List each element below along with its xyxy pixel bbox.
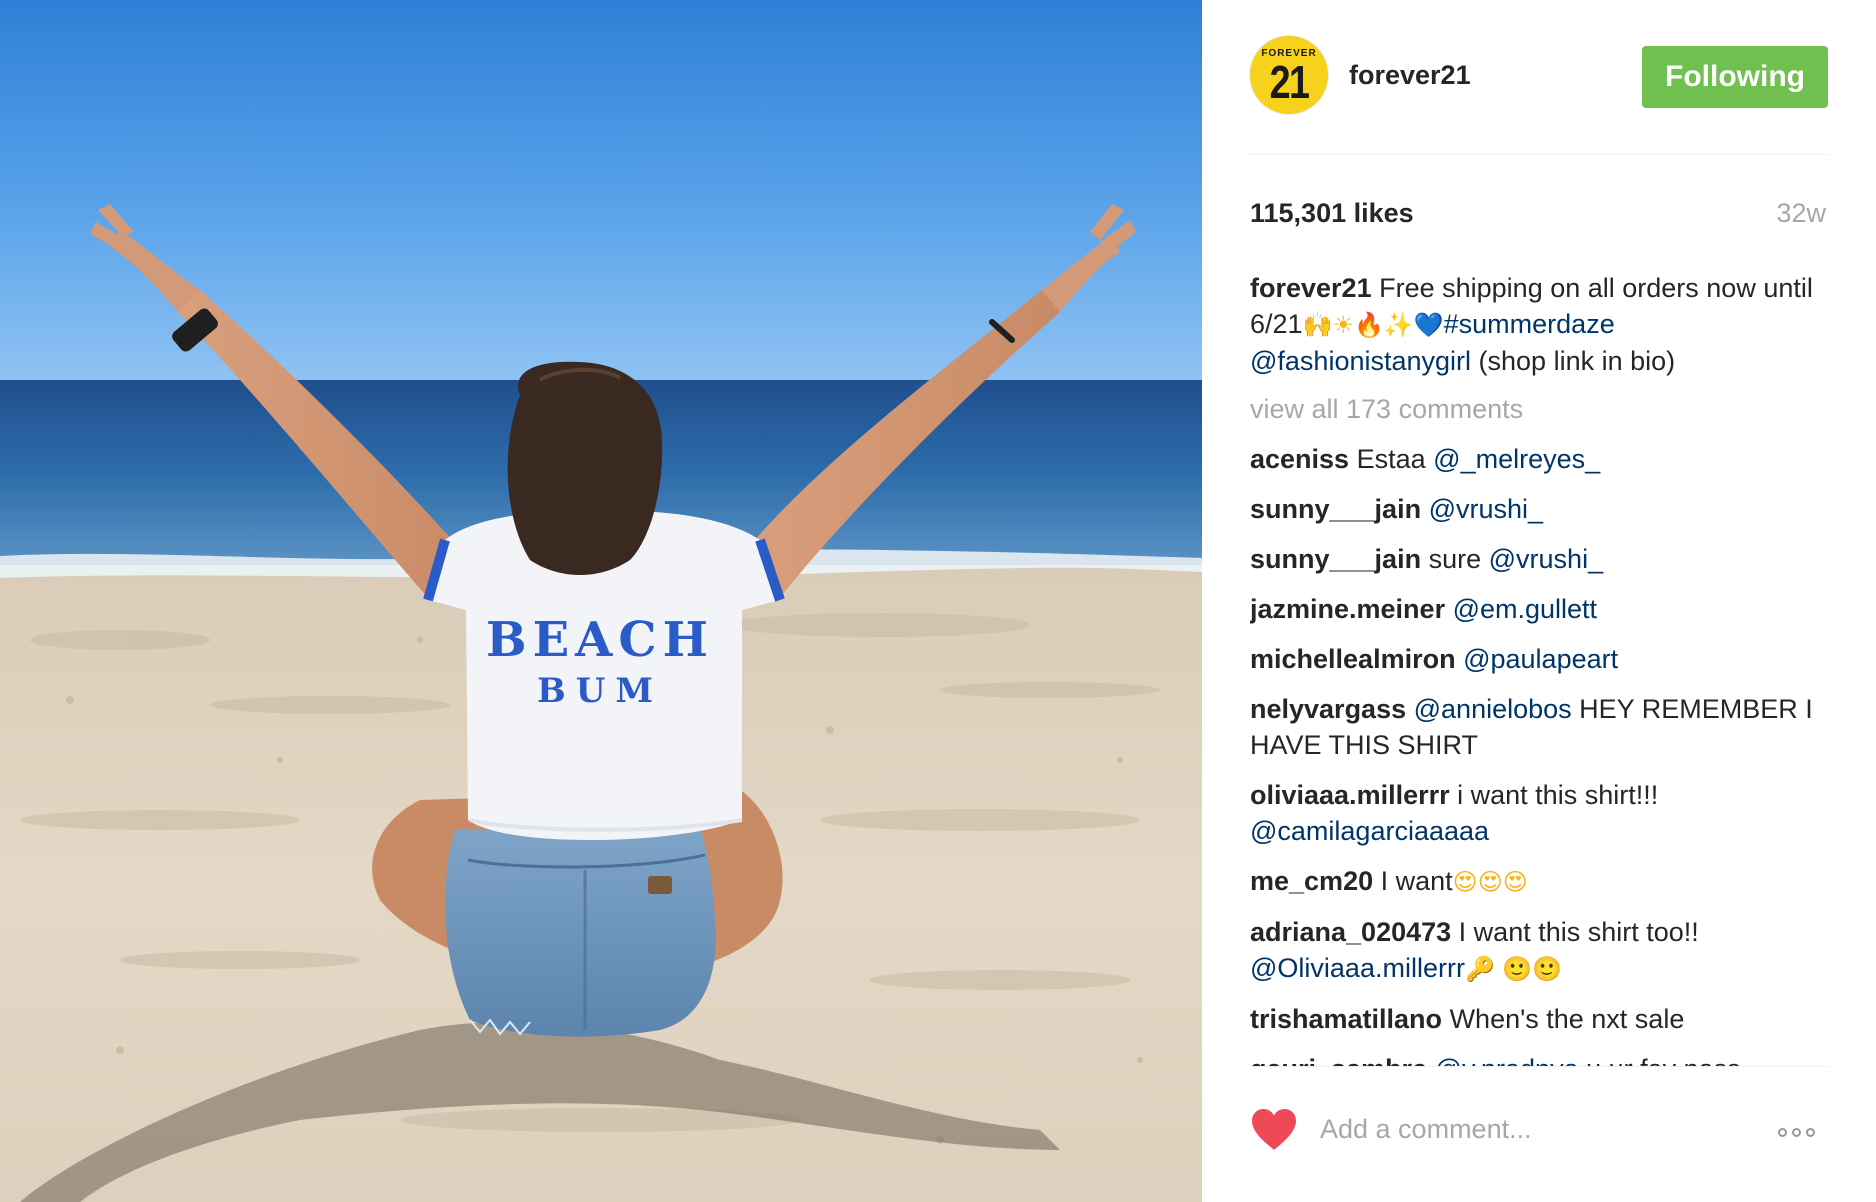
comment-user[interactable]: aceniss <box>1250 444 1349 474</box>
comment-user[interactable]: gauri_sambre <box>1250 1054 1427 1066</box>
heart-eyes-icon: 😍 <box>1502 868 1528 896</box>
heart-eyes-icon: 😍 <box>1477 868 1503 896</box>
post-photo[interactable]: BEACH BUM <box>0 0 1202 1202</box>
comment-text: u ur fav pass <box>1586 1054 1741 1066</box>
comment-item: jazmine.meiner @em.gullett <box>1250 591 1828 627</box>
key-icon: 🔑 <box>1464 955 1495 983</box>
comment-mention[interactable]: @annielobos <box>1414 694 1572 724</box>
comment-user[interactable]: sunny___jain <box>1250 494 1421 524</box>
divider <box>1250 154 1828 155</box>
comment-user[interactable]: trishamatillano <box>1250 1004 1442 1034</box>
instagram-post-view: BEACH BUM FOREVER 21 forever21 Following… <box>0 0 1876 1202</box>
raised-hands-icon: 🙌 <box>1302 311 1333 339</box>
comment-mention[interactable]: @_melreyes_ <box>1433 444 1600 474</box>
caption-hashtag[interactable]: #summerdaze <box>1444 309 1615 339</box>
post-photo-art: BEACH BUM <box>0 0 1202 1202</box>
comment-item: michellealmiron @paulapeart <box>1250 641 1828 677</box>
avatar-brand-big: 21 <box>1269 56 1310 108</box>
comment-text: sure <box>1428 544 1482 574</box>
caption-user[interactable]: forever21 <box>1250 273 1372 303</box>
following-button[interactable]: Following <box>1642 46 1828 108</box>
comment-item: sunny___jain @vrushi_ <box>1250 491 1828 527</box>
heart-eyes-icon: 😍 <box>1452 868 1478 896</box>
sparkles-icon: ✨ <box>1383 311 1414 339</box>
shirt-text-line1: BEACH <box>486 612 714 668</box>
comment-item: gauri_sambre @v.pradnya u ur fav pass <box>1250 1051 1828 1066</box>
caption: forever21 Free shipping on all orders no… <box>1250 270 1828 379</box>
sun-icon: ☀ <box>1332 311 1354 339</box>
comment-mention[interactable]: @Oliviaaa.millerrr <box>1250 953 1465 983</box>
blue-heart-icon: 💙 <box>1413 311 1444 339</box>
comment-user[interactable]: nelyvargass <box>1250 694 1406 724</box>
comment-item: aceniss Estaa @_melreyes_ <box>1250 441 1828 477</box>
smile-icon: 🙂 <box>1502 955 1533 983</box>
comment-user[interactable]: jazmine.meiner <box>1250 594 1445 624</box>
comment-item: sunny___jain sure @vrushi_ <box>1250 541 1828 577</box>
heart-icon[interactable] <box>1250 1108 1298 1152</box>
comment-user[interactable]: me_cm20 <box>1250 866 1373 896</box>
comment-text: Estaa <box>1356 444 1426 474</box>
avatar[interactable]: FOREVER 21 <box>1250 36 1328 114</box>
shirt-text-line2: BUM <box>537 671 663 711</box>
comment-user[interactable]: michellealmiron <box>1250 644 1456 674</box>
comment-text: I want <box>1380 866 1453 896</box>
comment-user[interactable]: adriana_020473 <box>1250 917 1451 947</box>
comment-item: me_cm20 I want😍😍😍 <box>1250 863 1828 900</box>
post-header: FOREVER 21 forever21 Following <box>1250 36 1828 116</box>
comment-text: i want this shirt!!! <box>1457 780 1659 810</box>
comment-user[interactable]: oliviaaa.millerrr <box>1250 780 1450 810</box>
comment-text: I want this shirt too!! <box>1458 917 1699 947</box>
more-options-icon[interactable] <box>1778 1124 1828 1138</box>
comment-mention[interactable]: @vrushi_ <box>1489 544 1603 574</box>
comment-mention[interactable]: @paulapeart <box>1463 644 1618 674</box>
username[interactable]: forever21 <box>1349 60 1471 91</box>
comment-item: adriana_020473 I want this shirt too!! @… <box>1250 914 1828 987</box>
comment-item: trishamatillano When's the nxt sale <box>1250 1001 1828 1037</box>
comment-mention[interactable]: @v.pradnya <box>1435 1054 1579 1066</box>
caption-tail: (shop link in bio) <box>1478 346 1676 376</box>
comment-mention[interactable]: @camilagarciaaaaa <box>1250 816 1489 846</box>
comment-user[interactable]: sunny___jain <box>1250 544 1421 574</box>
comment-text: When's the nxt sale <box>1449 1004 1685 1034</box>
caption-mention[interactable]: @fashionistanygirl <box>1250 346 1471 376</box>
view-all-comments-link[interactable]: view all 173 comments <box>1250 391 1828 427</box>
comment-mention[interactable]: @vrushi_ <box>1429 494 1543 524</box>
add-comment-input[interactable] <box>1320 1106 1750 1152</box>
likes-count[interactable]: 115,301 likes <box>1250 198 1414 229</box>
comment-item: oliviaaa.millerrr i want this shirt!!! @… <box>1250 777 1828 849</box>
post-details-panel: FOREVER 21 forever21 Following 115,301 l… <box>1202 0 1876 1202</box>
divider <box>1250 1066 1828 1067</box>
smile-icon: 🙂 <box>1532 955 1563 983</box>
post-age[interactable]: 32w <box>1776 198 1826 229</box>
comments-list[interactable]: forever21 Free shipping on all orders no… <box>1250 270 1828 1066</box>
add-comment-bar <box>1250 1090 1828 1172</box>
comment-mention[interactable]: @em.gullett <box>1453 594 1597 624</box>
fire-icon: 🔥 <box>1353 311 1384 339</box>
comment-item: nelyvargass @annielobos HEY REMEMBER I H… <box>1250 691 1828 763</box>
